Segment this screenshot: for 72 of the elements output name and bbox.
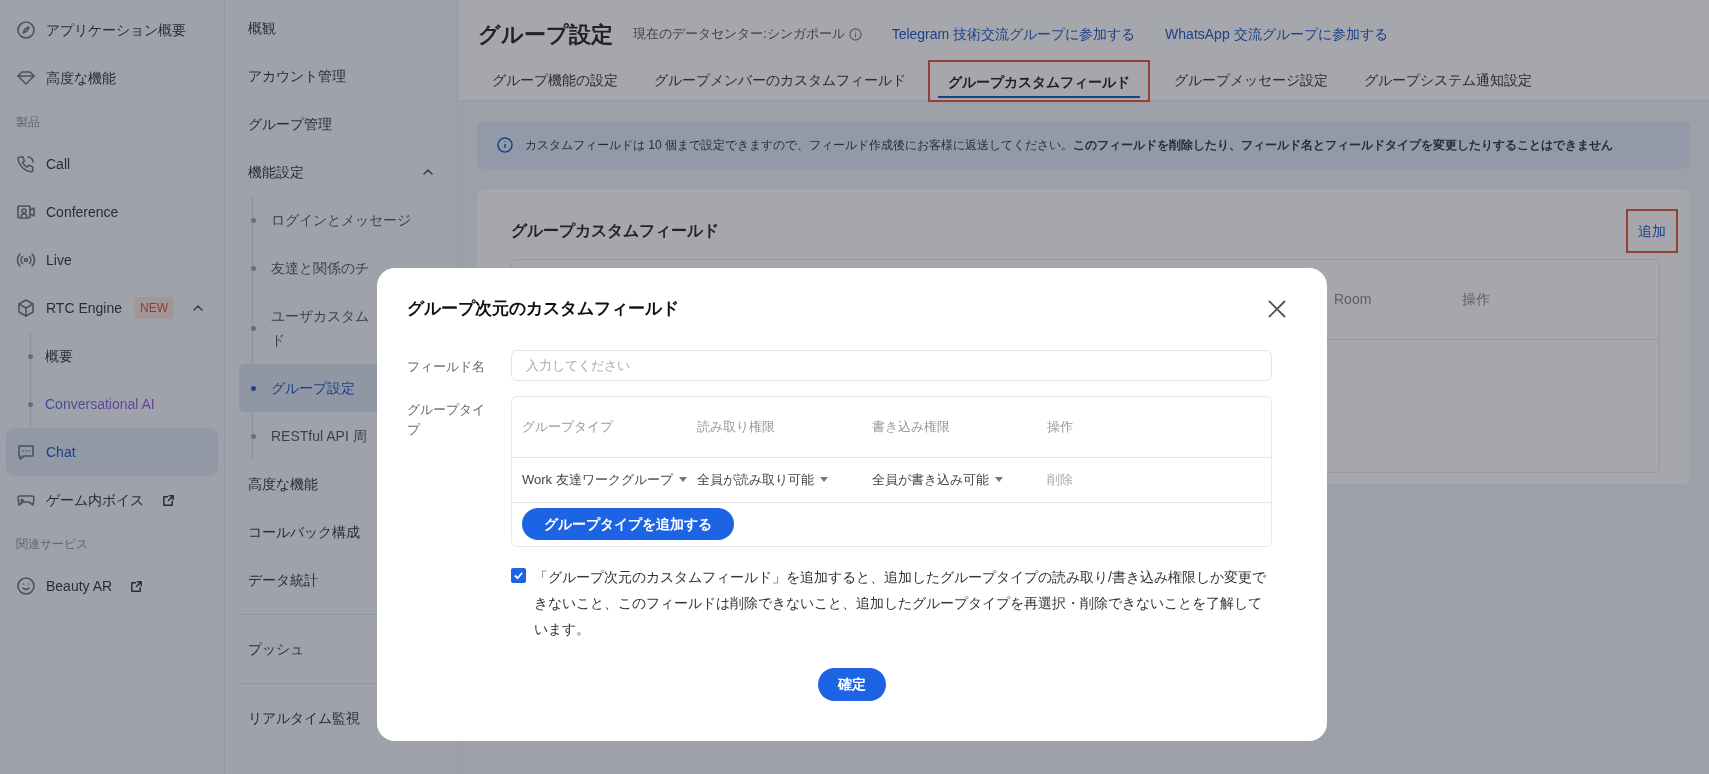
nav-item[interactable]: グループ管理 bbox=[238, 100, 444, 148]
sidebar-item[interactable]: Live bbox=[6, 236, 218, 284]
sidebar-item[interactable]: アプリケーション概要 bbox=[6, 6, 218, 54]
sidebar-item[interactable]: 高度な機能 bbox=[6, 54, 218, 102]
chat-icon bbox=[16, 442, 36, 462]
sidebar-label: Chat bbox=[46, 442, 76, 462]
compass-icon bbox=[16, 20, 36, 40]
dropdown-select[interactable]: 全員が書き込み可能 bbox=[872, 469, 1003, 490]
dialog-title: グループ次元のカスタムフィールド bbox=[407, 298, 679, 320]
dropdown-select[interactable]: 全員が読み取り可能 bbox=[697, 469, 828, 490]
tab[interactable]: グループメンバーのカスタムフィールド bbox=[644, 66, 916, 96]
community-link[interactable]: WhatsApp 交流グループに参加する bbox=[1165, 23, 1388, 45]
nav-subitem[interactable]: ログインとメッセージ bbox=[239, 196, 444, 244]
column-header: 操作 bbox=[1047, 417, 1074, 436]
tab[interactable]: グループカスタムフィールド bbox=[938, 68, 1140, 98]
info-icon bbox=[497, 137, 513, 153]
checkbox[interactable] bbox=[511, 567, 526, 583]
new-badge: NEW bbox=[134, 297, 174, 319]
dropdown-arrow-icon bbox=[820, 477, 828, 482]
checkmark-icon bbox=[513, 569, 524, 581]
video-conference-icon bbox=[16, 202, 36, 222]
nav-item[interactable]: アカウント管理 bbox=[238, 52, 444, 100]
tab[interactable]: グループシステム通知設定 bbox=[1354, 66, 1542, 96]
dropdown-arrow-icon bbox=[995, 477, 1003, 482]
dropdown-select[interactable]: Work 友達ワークグループ bbox=[522, 469, 687, 490]
column-header: Room bbox=[1334, 290, 1373, 309]
sidebar-label: 高度な機能 bbox=[46, 68, 116, 88]
sidebar-item[interactable]: Conference bbox=[6, 188, 218, 236]
info-icon[interactable] bbox=[848, 27, 862, 41]
sidebar-label: Conference bbox=[46, 202, 119, 222]
sidebar-label: Call bbox=[46, 154, 71, 174]
nav-item[interactable]: 機能設定 bbox=[238, 148, 444, 196]
card-title: グループカスタムフィールド bbox=[511, 221, 719, 241]
chevron-up-icon[interactable] bbox=[422, 166, 434, 178]
section-header: 製品 bbox=[15, 114, 41, 131]
column-header: 書き込み権限 bbox=[872, 417, 951, 436]
sidebar-item[interactable]: Call bbox=[6, 140, 218, 188]
tab[interactable]: グループ機能の設定 bbox=[482, 66, 628, 96]
add-group-type-button[interactable]: グループタイプを追加する bbox=[522, 508, 734, 540]
sidebar-item[interactable]: RTC Engine NEW bbox=[6, 284, 218, 332]
page-title: グループ設定 bbox=[478, 20, 613, 49]
sidebar-label: アプリケーション概要 bbox=[46, 20, 186, 40]
nav-item[interactable]: 概観 bbox=[238, 4, 444, 52]
add-link[interactable]: 追加 bbox=[1638, 223, 1666, 239]
sidebar-item[interactable]: Beauty AR bbox=[6, 562, 218, 610]
sidebar-label: RTC Engine bbox=[46, 298, 122, 318]
datacenter-label: 現在のデータセンター:シンガポール bbox=[633, 25, 845, 44]
community-link[interactable]: Telegram 技術交流グループに参加する bbox=[891, 23, 1136, 45]
smiley-icon bbox=[16, 576, 36, 596]
field-name-input[interactable]: 入力してください bbox=[511, 349, 1272, 381]
sidebar-item[interactable]: ゲーム内ボイス bbox=[6, 476, 218, 524]
column-header: 操作 bbox=[1462, 290, 1490, 309]
chevron-up-icon[interactable] bbox=[192, 302, 204, 314]
broadcast-icon bbox=[16, 250, 36, 270]
sidebar-label: Beauty AR bbox=[46, 576, 113, 596]
sidebar-subitem[interactable]: Conversational AI bbox=[31, 380, 218, 428]
confirm-button[interactable]: 確定 bbox=[818, 667, 886, 701]
column-header: 読み取り権限 bbox=[697, 417, 776, 436]
notice-text: カスタムフィールドは 10 個まで設定できますので、フィールド作成後にお客様に返送してください。このフィールドを削除したり、フィールド名とフィールドタイプを変更したりすることはできません bbox=[525, 137, 1613, 154]
sidebar-subitem[interactable]: 概要 bbox=[31, 332, 218, 380]
phone-icon bbox=[16, 154, 36, 174]
dropdown-arrow-icon bbox=[678, 477, 687, 482]
close-icon[interactable] bbox=[1267, 298, 1287, 319]
sidebar-label: Live bbox=[46, 250, 72, 270]
tab[interactable]: グループメッセージ設定 bbox=[1164, 66, 1338, 96]
nav-subitem[interactable]: 友達と関係のチ bbox=[239, 244, 444, 292]
diamond-icon bbox=[16, 68, 36, 88]
column-header: グループタイプ bbox=[522, 417, 615, 436]
cube-icon bbox=[16, 298, 36, 318]
sidebar-label: ゲーム内ボイス bbox=[46, 490, 144, 510]
agreement-text: 「グループ次元のカスタムフィールド」を追加すると、追加したグループタイプの読み取り/書き込み権限しか変更できないこと、このフィールドは削除できないこと、追加したグループタイプを再選択・削除できないことを了解しています。 bbox=[534, 567, 1267, 639]
sidebar-item[interactable]: Chat bbox=[6, 428, 218, 476]
